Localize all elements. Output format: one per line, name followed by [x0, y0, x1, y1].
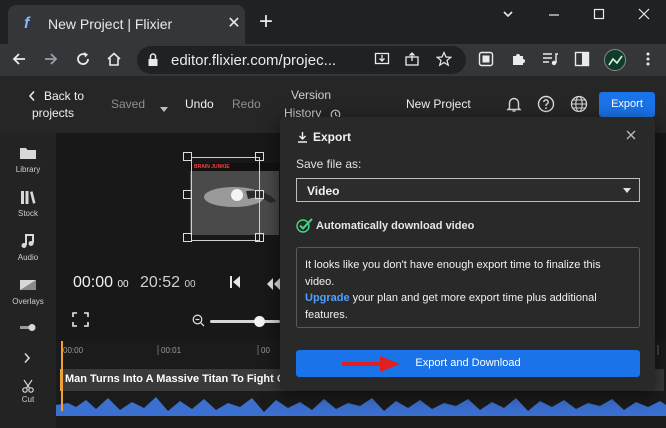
dialog-title: Export: [313, 130, 352, 144]
tab-search-icon[interactable]: [497, 6, 519, 24]
export-and-download-button[interactable]: Export and Download: [296, 350, 640, 377]
chevron-left-icon: [28, 89, 36, 107]
export-dialog: Export Save file as: Video Automatically…: [280, 117, 655, 390]
caret-down-icon: [623, 188, 631, 193]
resize-handle[interactable]: [183, 152, 192, 161]
screenshot-extension-icon[interactable]: [477, 51, 495, 69]
project-name[interactable]: New Project: [406, 97, 471, 111]
saved-status: Saved: [111, 97, 146, 111]
sidebar-panel-icon[interactable]: [573, 51, 591, 69]
playhead[interactable]: [61, 341, 63, 411]
notice-text-continued: your plan and get more export time plus …: [305, 292, 597, 321]
red-arrow-icon: [340, 355, 402, 373]
save-file-as-label: Save file as:: [296, 157, 362, 171]
header-export-button[interactable]: Export: [599, 92, 655, 117]
timeline-tools: Cut: [0, 341, 56, 428]
preview-selection-frame[interactable]: [191, 157, 260, 241]
back-label-line2: projects: [32, 106, 75, 120]
resize-handle[interactable]: [183, 190, 192, 199]
checkmark-icon: [296, 217, 314, 238]
forward-arrow-icon[interactable]: [41, 50, 61, 70]
total-time-main: 20:52: [140, 274, 181, 291]
sidebar-item-label: Audio: [17, 253, 39, 262]
zoom-slider-track[interactable]: [210, 320, 280, 323]
upgrade-link[interactable]: Upgrade: [305, 292, 350, 304]
notification-bell-icon[interactable]: [505, 95, 523, 118]
address-bar[interactable]: editor.flixier.com/projec...: [137, 46, 466, 74]
redo-button[interactable]: Redo: [232, 97, 261, 111]
flixier-favicon-icon: f: [24, 15, 30, 32]
browser-tab[interactable]: f New Project | Flixier ✕: [8, 5, 245, 44]
reload-icon[interactable]: [73, 50, 93, 70]
skip-to-start-icon[interactable]: [229, 275, 241, 294]
resize-handle[interactable]: [183, 233, 192, 242]
sidebar-item-library[interactable]: Library: [0, 145, 56, 189]
back-arrow-icon[interactable]: [9, 50, 29, 70]
sidebar-item-more[interactable]: [0, 321, 56, 337]
lock-icon[interactable]: [147, 52, 161, 68]
auto-download-label: Automatically download video: [316, 220, 475, 232]
media-queue-icon[interactable]: [541, 51, 559, 69]
file-format-value: Video: [307, 184, 340, 198]
current-time-main: 00:00: [73, 274, 114, 291]
total-time: 20:52 00: [140, 274, 196, 292]
overlays-icon: [19, 277, 37, 293]
sidebar-item-label: Overlays: [12, 297, 44, 306]
sidebar-item-stock[interactable]: Stock: [0, 189, 56, 233]
auto-download-option[interactable]: Automatically download video: [296, 217, 636, 235]
browser-toolbar: editor.flixier.com/projec...: [0, 44, 666, 76]
sidebar-item-label: Stock: [17, 209, 38, 218]
help-icon[interactable]: [537, 95, 555, 118]
sidebar-item-label: Library: [15, 165, 41, 174]
current-time-frames: 00: [117, 279, 129, 290]
scissors-icon: [22, 379, 34, 393]
version-history-line1: Version: [291, 88, 332, 102]
resize-handle[interactable]: [255, 190, 264, 199]
zoom-out-icon[interactable]: [192, 314, 205, 332]
install-app-icon[interactable]: [373, 51, 391, 69]
bookmark-star-icon[interactable]: [435, 51, 453, 69]
close-icon[interactable]: [624, 129, 638, 143]
export-time-notice: It looks like you don't have enough expo…: [296, 247, 640, 328]
fullscreen-icon[interactable]: [72, 312, 89, 332]
profile-avatar[interactable]: [604, 49, 626, 71]
minimize-icon[interactable]: [543, 6, 565, 24]
toggle-slider-icon: [19, 321, 37, 337]
tab-close-icon[interactable]: ✕: [226, 15, 242, 33]
back-to-projects-link[interactable]: Back to projects: [28, 88, 88, 122]
new-tab-button[interactable]: +: [255, 10, 277, 34]
total-time-frames: 00: [184, 279, 196, 290]
maximize-icon[interactable]: [588, 6, 610, 24]
extensions-puzzle-icon[interactable]: [509, 51, 527, 69]
browser-tab-strip: f New Project | Flixier ✕ +: [0, 0, 666, 44]
audio-waveform[interactable]: [56, 394, 666, 416]
books-icon: [19, 189, 37, 205]
rewind-icon[interactable]: [267, 277, 280, 295]
resize-handle[interactable]: [255, 152, 264, 161]
download-icon: [297, 130, 308, 148]
clip-title: Man Turns Into A Massive Titan To Fight …: [65, 373, 289, 385]
file-format-select[interactable]: Video: [296, 178, 640, 202]
sidebar-item-overlays[interactable]: Overlays: [0, 277, 56, 321]
expand-chevron-icon[interactable]: [23, 351, 31, 369]
cut-tool-button[interactable]: Cut: [12, 379, 44, 409]
share-icon[interactable]: [403, 51, 421, 69]
zoom-slider-thumb[interactable]: [254, 316, 265, 327]
chrome-menu-icon[interactable]: [639, 51, 657, 69]
saved-dropdown-icon[interactable]: [160, 100, 168, 118]
back-label-line1: Back to: [44, 89, 85, 103]
close-window-icon[interactable]: [633, 6, 655, 24]
tab-title: New Project | Flixier: [48, 16, 173, 32]
url-text[interactable]: editor.flixier.com/projec...: [171, 52, 336, 69]
current-time: 00:00 00: [73, 274, 129, 292]
music-note-icon: [19, 233, 37, 249]
home-icon[interactable]: [104, 50, 124, 70]
sidebar-item-audio[interactable]: Audio: [0, 233, 56, 277]
notice-text: It looks like you don't have enough expo…: [305, 259, 601, 288]
undo-button[interactable]: Undo: [185, 97, 214, 111]
cut-tool-label: Cut: [21, 395, 35, 404]
folder-icon: [19, 145, 37, 161]
resize-handle[interactable]: [255, 233, 264, 242]
language-globe-icon[interactable]: [570, 95, 588, 118]
